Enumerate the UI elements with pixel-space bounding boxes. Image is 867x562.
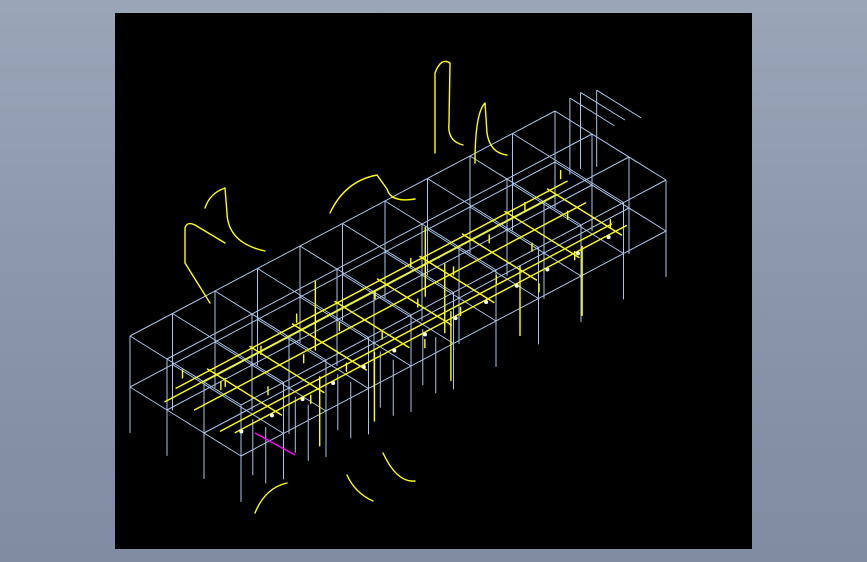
valve-marker [331, 380, 336, 385]
pipe-main-run [175, 180, 568, 389]
valve-marker [300, 397, 305, 402]
frame-beam-cross [129, 386, 242, 457]
valve-marker [392, 348, 397, 353]
frame-beam-cross [299, 296, 412, 367]
frame-end-beam [580, 91, 626, 121]
valve-marker [361, 364, 366, 369]
pipe-drain-bend [346, 474, 374, 502]
piping-isometric-drawing [129, 60, 667, 514]
pipe-vent-loop [184, 222, 226, 304]
valve-marker [575, 251, 580, 256]
frame-beam-cross [342, 274, 454, 344]
structural-frame [129, 89, 667, 502]
valve-marker [453, 316, 458, 321]
valve-marker [514, 283, 519, 288]
frame-beam-cross [554, 110, 667, 181]
pipe-vent-loop [474, 102, 508, 164]
pipe-drain-bend [254, 482, 288, 514]
frame-end-beam [596, 89, 642, 119]
frame-end-beam [569, 97, 615, 127]
pipe-main-run [219, 223, 613, 432]
valve-marker [269, 413, 274, 418]
cad-viewport[interactable] [115, 13, 752, 549]
valve-marker [545, 267, 550, 272]
pipe-vent-loop [204, 187, 266, 252]
pipe-main-run [234, 224, 627, 434]
frame-beam-cross [512, 133, 624, 203]
pipe-main-run [193, 202, 587, 411]
frame-beam-cross [469, 206, 582, 277]
pipe-highlight-line [254, 432, 296, 456]
frame-beam-cross [257, 319, 369, 389]
valve-marker [422, 332, 427, 337]
frame-beam-cross [172, 364, 284, 434]
valve-marker [484, 299, 489, 304]
piping-runs [164, 60, 627, 514]
valve-marker [606, 235, 611, 240]
highlighted-pipe-segment [254, 432, 296, 456]
pipe-drain-bend [382, 452, 416, 482]
pipe-vent-loop [434, 60, 464, 154]
frame-beam-cross [384, 251, 497, 322]
frame-beam-cross [214, 341, 327, 412]
pipe-main-run [164, 193, 557, 403]
valve-marker [239, 429, 244, 434]
